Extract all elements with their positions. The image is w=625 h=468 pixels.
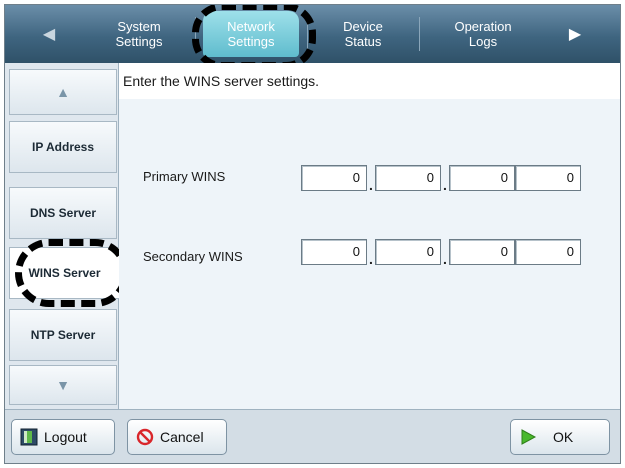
sidebar-item-dns-server[interactable]: DNS Server	[9, 187, 117, 239]
sidebar-item-label: DNS Server	[29, 206, 97, 220]
tab-label: System Settings	[115, 19, 163, 49]
sidebar-item-wins-server[interactable]: WINS Server	[9, 247, 119, 299]
play-icon	[519, 428, 537, 446]
tab-label: Operation Logs	[454, 19, 512, 49]
main-panel: Enter the WINS server settings. Primary …	[119, 63, 620, 409]
bottom-bar: Logout Cancel OK	[5, 409, 620, 463]
tab-system-settings[interactable]: System Settings	[91, 11, 187, 57]
tab-network-settings[interactable]: Network Settings	[203, 11, 299, 57]
triangle-up-icon: ▲	[56, 84, 70, 100]
sidebar-scroll-down-button[interactable]: ▼	[9, 365, 117, 405]
primary-wins-octet-3[interactable]: 0	[449, 165, 515, 191]
octet-separator: .	[369, 251, 373, 267]
octet-separator: .	[369, 177, 373, 193]
ok-label: OK	[553, 429, 574, 445]
tab-scroll-right-button[interactable]: ▶	[555, 13, 595, 55]
sidebar-item-label: NTP Server	[30, 328, 96, 342]
tab-divider	[195, 17, 196, 51]
secondary-wins-octet-4[interactable]: 0	[515, 239, 581, 265]
cancel-icon	[136, 428, 154, 446]
primary-wins-label: Primary WINS	[143, 169, 226, 184]
tab-scroll-left-button[interactable]: ◀	[29, 13, 69, 55]
ok-button[interactable]: OK	[510, 419, 610, 455]
instruction-text: Enter the WINS server settings.	[119, 63, 620, 99]
triangle-down-icon: ▼	[56, 377, 70, 393]
primary-wins-octet-1[interactable]: 0	[301, 165, 367, 191]
tab-bar: ◀ System Settings Network Settings Devic…	[5, 5, 620, 63]
logout-label: Logout	[44, 429, 87, 445]
sidebar-item-label: IP Address	[31, 140, 95, 154]
secondary-wins-octet-2[interactable]: 0	[375, 239, 441, 265]
sidebar-scroll-up-button[interactable]: ▲	[9, 69, 117, 115]
primary-wins-octet-2[interactable]: 0	[375, 165, 441, 191]
tab-label: Network Settings	[227, 19, 275, 49]
secondary-wins-octet-1[interactable]: 0	[301, 239, 367, 265]
primary-wins-octet-4[interactable]: 0	[515, 165, 581, 191]
logout-icon	[20, 428, 38, 446]
octet-separator: .	[443, 251, 447, 267]
tab-label: Device Status	[343, 19, 383, 49]
octet-separator: .	[443, 177, 447, 193]
triangle-left-icon: ◀	[42, 26, 56, 43]
cancel-label: Cancel	[160, 429, 204, 445]
cancel-button[interactable]: Cancel	[127, 419, 227, 455]
secondary-wins-label: Secondary WINS	[143, 249, 243, 264]
tab-operation-logs[interactable]: Operation Logs	[435, 11, 531, 57]
tab-device-status[interactable]: Device Status	[315, 11, 411, 57]
app-window: ◀ System Settings Network Settings Devic…	[4, 4, 621, 464]
sidebar: ▲ IP Address DNS Server WINS Server NTP …	[5, 63, 119, 409]
triangle-right-icon: ▶	[568, 26, 582, 43]
tab-divider	[419, 17, 420, 51]
tab-divider	[307, 17, 308, 51]
secondary-wins-octet-3[interactable]: 0	[449, 239, 515, 265]
sidebar-item-ip-address[interactable]: IP Address	[9, 121, 117, 173]
sidebar-item-label: WINS Server	[28, 266, 101, 280]
logout-button[interactable]: Logout	[11, 419, 115, 455]
sidebar-item-ntp-server[interactable]: NTP Server	[9, 309, 117, 361]
